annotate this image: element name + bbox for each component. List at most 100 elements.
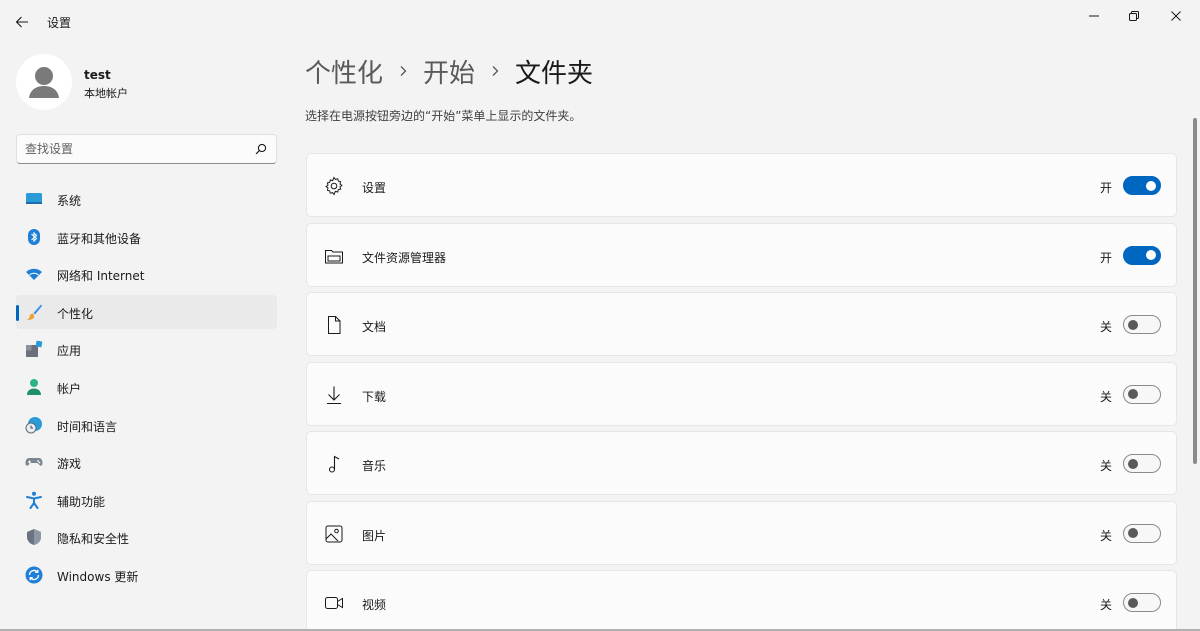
shield-icon bbox=[27, 529, 41, 546]
chevron-right-icon bbox=[400, 66, 407, 76]
sidebar-item-apps[interactable]: 应用 bbox=[16, 332, 277, 366]
breadcrumb-separator bbox=[475, 52, 515, 90]
file-explorer-icon bbox=[325, 249, 343, 263]
apps-icon bbox=[26, 341, 43, 358]
sidebar-item-gaming[interactable]: 游戏 bbox=[16, 445, 277, 479]
sidebar-item-time-language[interactable]: 时间和语言 bbox=[16, 408, 277, 442]
folder-label: 下载 bbox=[362, 389, 387, 404]
sidebar-item-label: 隐私和安全性 bbox=[57, 532, 130, 547]
sidebar-item-label: 辅助功能 bbox=[57, 494, 106, 509]
toggle-state-label: 关 bbox=[1099, 320, 1112, 334]
document-icon bbox=[328, 316, 341, 334]
toggle-knob bbox=[1128, 458, 1138, 469]
video-icon bbox=[325, 597, 343, 609]
toggle-state-label: 开 bbox=[1099, 250, 1112, 265]
toggle-state-label: 关 bbox=[1099, 528, 1112, 543]
folder-setting-card: 音乐 关 bbox=[306, 431, 1177, 495]
wifi-icon bbox=[26, 268, 42, 281]
gear-icon bbox=[325, 176, 343, 196]
sidebar-item-system[interactable]: 系统 bbox=[16, 182, 277, 216]
folder-label: 文件资源管理器 bbox=[362, 250, 447, 265]
sidebar-item-label: 蓝牙和其他设备 bbox=[57, 231, 142, 246]
toggle-knob bbox=[1146, 250, 1156, 260]
folder-label: 音乐 bbox=[362, 459, 387, 473]
folder-label: 设置 bbox=[362, 181, 387, 195]
breadcrumb-personalization[interactable]: 个性化 bbox=[305, 53, 383, 90]
settings-toggle[interactable] bbox=[1123, 176, 1161, 195]
sidebar-item-privacy[interactable]: 隐私和安全性 bbox=[16, 520, 277, 554]
sidebar-item-personalization[interactable]: 个性化 bbox=[16, 294, 277, 329]
folder-list: 设置 开 文件资源管理器 开 文档 关 下载 关 音乐 关 图片 关 视频 关 bbox=[306, 153, 1177, 631]
toggle-knob bbox=[1128, 597, 1138, 608]
gamepad-icon bbox=[25, 458, 43, 466]
sidebar-item-label: 个性化 bbox=[57, 306, 94, 321]
toggle-knob bbox=[1146, 180, 1156, 191]
breadcrumb-start[interactable]: 开始 bbox=[423, 53, 475, 90]
accessibility-icon bbox=[26, 491, 42, 509]
update-icon bbox=[25, 566, 43, 584]
breadcrumb: 个性化 开始 文件夹 bbox=[305, 52, 593, 90]
folder-setting-card: 文档 关 bbox=[306, 292, 1177, 356]
sidebar-nav: 系统 蓝牙和其他设备 网络和 Internet 个性化 应用 帐户 时间和语言 … bbox=[16, 182, 277, 596]
music-toggle[interactable] bbox=[1123, 454, 1161, 473]
scrollbar[interactable] bbox=[1193, 118, 1197, 464]
back-button[interactable] bbox=[8, 8, 36, 36]
search-box[interactable] bbox=[16, 134, 277, 164]
downloads-toggle[interactable] bbox=[1123, 384, 1161, 404]
person-icon bbox=[29, 67, 59, 98]
user-profile[interactable]: test 本地帐户 bbox=[16, 54, 276, 114]
minimize-button[interactable] bbox=[1074, 4, 1114, 28]
file-explorer-toggle[interactable] bbox=[1123, 245, 1161, 265]
restore-button[interactable] bbox=[1114, 4, 1154, 28]
close-icon bbox=[1171, 11, 1181, 21]
folder-setting-card: 设置 开 bbox=[306, 153, 1177, 217]
sidebar-item-accounts[interactable]: 帐户 bbox=[16, 370, 277, 404]
sidebar-item-accessibility[interactable]: 辅助功能 bbox=[16, 483, 277, 517]
folder-setting-card: 下载 关 bbox=[306, 361, 1177, 426]
sidebar-item-label: 系统 bbox=[57, 194, 82, 208]
folder-label: 文档 bbox=[362, 320, 387, 334]
toggle-state-label: 开 bbox=[1099, 181, 1112, 195]
sidebar-item-windows-update[interactable]: Windows 更新 bbox=[16, 558, 277, 592]
arrow-left-icon bbox=[15, 16, 28, 28]
account-type: 本地帐户 bbox=[84, 87, 128, 100]
search-icon[interactable] bbox=[255, 143, 267, 155]
folder-setting-card: 视频 关 bbox=[306, 570, 1177, 631]
folder-label: 图片 bbox=[362, 528, 387, 543]
download-icon bbox=[327, 386, 341, 404]
globe-clock-icon bbox=[25, 416, 42, 434]
bluetooth-icon bbox=[28, 228, 40, 245]
documents-toggle[interactable] bbox=[1123, 315, 1161, 334]
account-icon bbox=[27, 378, 41, 395]
avatar bbox=[16, 54, 72, 110]
sidebar-item-label: 应用 bbox=[57, 344, 82, 359]
page-title: 文件夹 bbox=[515, 58, 594, 89]
sidebar-item-label: 网络和 Internet bbox=[57, 269, 145, 284]
search-input[interactable] bbox=[25, 140, 240, 158]
minimize-icon bbox=[1089, 15, 1099, 17]
picture-icon bbox=[325, 525, 343, 542]
sidebar-item-bluetooth[interactable]: 蓝牙和其他设备 bbox=[16, 220, 277, 254]
user-name: test bbox=[84, 68, 111, 82]
toggle-state-label: 关 bbox=[1099, 598, 1112, 612]
app-title: 设置 bbox=[47, 16, 72, 30]
restore-icon bbox=[1129, 11, 1139, 21]
sidebar-item-label: 时间和语言 bbox=[57, 419, 118, 434]
sidebar-item-label: 帐户 bbox=[57, 381, 82, 396]
folder-setting-card: 图片 关 bbox=[306, 500, 1177, 565]
settings-window: 设置 test 本地帐户 查找设置 系统 蓝牙和其他设备 网络和 Interne… bbox=[0, 0, 1200, 631]
paintbrush-icon bbox=[26, 304, 42, 320]
sidebar-item-label: 游戏 bbox=[57, 457, 82, 472]
sidebar-item-label: Windows 更新 bbox=[57, 569, 139, 584]
toggle-knob bbox=[1128, 319, 1138, 330]
close-button[interactable] bbox=[1156, 4, 1196, 28]
music-note-icon bbox=[328, 455, 340, 473]
toggle-state-label: 关 bbox=[1099, 459, 1112, 473]
breadcrumb-separator bbox=[383, 52, 423, 90]
sidebar-item-network[interactable]: 网络和 Internet bbox=[16, 257, 277, 291]
toggle-knob bbox=[1128, 389, 1138, 399]
folder-label: 视频 bbox=[362, 598, 387, 612]
pictures-toggle[interactable] bbox=[1123, 523, 1161, 543]
videos-toggle[interactable] bbox=[1123, 593, 1161, 612]
page-description: 选择在电源按钮旁边的“开始”菜单上显示的文件夹。 bbox=[305, 109, 582, 123]
